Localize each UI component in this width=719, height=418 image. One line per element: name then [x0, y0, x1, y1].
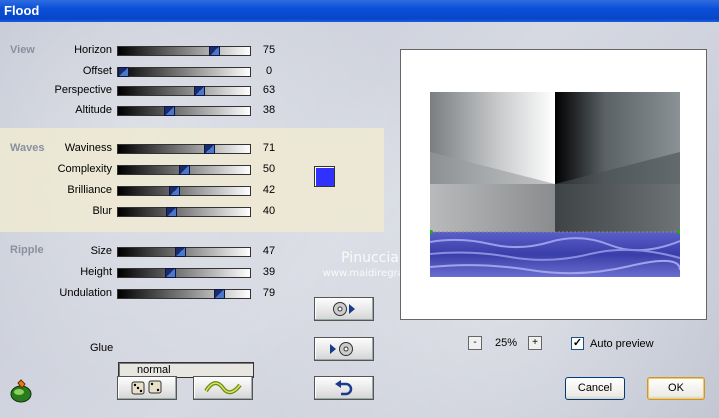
height-slider[interactable] [117, 268, 251, 278]
slider-thumb[interactable] [179, 165, 190, 175]
altitude-slider[interactable] [117, 106, 251, 116]
zoom-in-button[interactable]: + [528, 336, 542, 350]
param-label: Blur [92, 205, 112, 217]
zoom-level: 25% [494, 337, 518, 349]
filter-plugin-icon [8, 378, 34, 404]
param-label: Undulation [59, 287, 112, 299]
param-value: 71 [262, 142, 276, 154]
title-bar: Flood [0, 0, 719, 22]
param-label: Waviness [64, 142, 112, 154]
slider-thumb[interactable] [166, 207, 177, 217]
auto-preview-checkbox[interactable]: ✓ [571, 337, 584, 350]
waviness-slider[interactable] [117, 144, 251, 154]
wave-color-swatch[interactable] [314, 166, 335, 187]
slider-thumb[interactable] [164, 106, 175, 116]
randomize-button[interactable] [117, 376, 177, 400]
blur-slider[interactable] [117, 207, 251, 217]
window-title: Flood [4, 3, 40, 18]
horizon-slider[interactable] [117, 46, 251, 56]
undo-arrow-icon [335, 380, 353, 396]
slider-thumb[interactable] [169, 186, 180, 196]
dice-icon [131, 380, 162, 395]
offset-slider[interactable] [117, 67, 251, 77]
param-value: 0 [265, 65, 273, 77]
zoom-out-button[interactable]: - [468, 336, 482, 350]
save-preset-button[interactable] [314, 297, 374, 321]
ok-button[interactable]: OK [647, 377, 705, 400]
param-value: 42 [262, 184, 276, 196]
perspective-slider[interactable] [117, 86, 251, 96]
disc-arrow-right-icon [333, 302, 355, 316]
param-label: Offset [82, 65, 112, 77]
param-value: 63 [262, 84, 276, 96]
param-value: 38 [262, 104, 276, 116]
size-slider[interactable] [117, 247, 251, 257]
dialog-body: View Waves Ripple Horizon 75 Offset 0 Pe… [0, 22, 719, 418]
slider-thumb[interactable] [118, 67, 129, 77]
watermark-name: Pinuccia [341, 250, 399, 266]
slider-thumb[interactable] [165, 268, 176, 278]
glue-label: Glue [90, 342, 114, 354]
slider-thumb[interactable] [194, 86, 205, 96]
param-label: Size [90, 245, 112, 257]
flood-dialog: Flood View Waves Ripple Horizon 75 Offse… [0, 0, 719, 418]
undo-button[interactable] [314, 376, 374, 400]
load-preset-button[interactable] [314, 337, 374, 361]
param-label: Perspective [54, 84, 112, 96]
param-label: Altitude [75, 104, 112, 116]
param-value: 50 [262, 163, 276, 175]
undulation-slider[interactable] [117, 289, 251, 299]
param-value: 40 [262, 205, 276, 217]
slider-thumb[interactable] [175, 247, 186, 257]
brilliance-slider[interactable] [117, 186, 251, 196]
param-value: 39 [262, 266, 276, 278]
wave-icon [204, 381, 242, 395]
param-value: 75 [262, 44, 276, 56]
param-label: Horizon [74, 44, 112, 56]
flood-preview-image [430, 92, 680, 277]
auto-preview-label: Auto preview [590, 338, 654, 350]
param-value: 79 [262, 287, 276, 299]
preview-panel [400, 49, 707, 320]
complexity-slider[interactable] [117, 165, 251, 175]
param-value: 47 [262, 245, 276, 257]
cancel-button[interactable]: Cancel [565, 377, 625, 400]
reset-button[interactable] [193, 376, 253, 400]
glue-value: normal [137, 364, 171, 376]
param-label: Height [80, 266, 112, 278]
slider-thumb[interactable] [214, 289, 225, 299]
arrow-disc-icon [330, 342, 353, 356]
param-label: Brilliance [67, 184, 112, 196]
slider-thumb[interactable] [209, 46, 220, 56]
param-label: Complexity [57, 163, 112, 175]
slider-thumb[interactable] [204, 144, 215, 154]
